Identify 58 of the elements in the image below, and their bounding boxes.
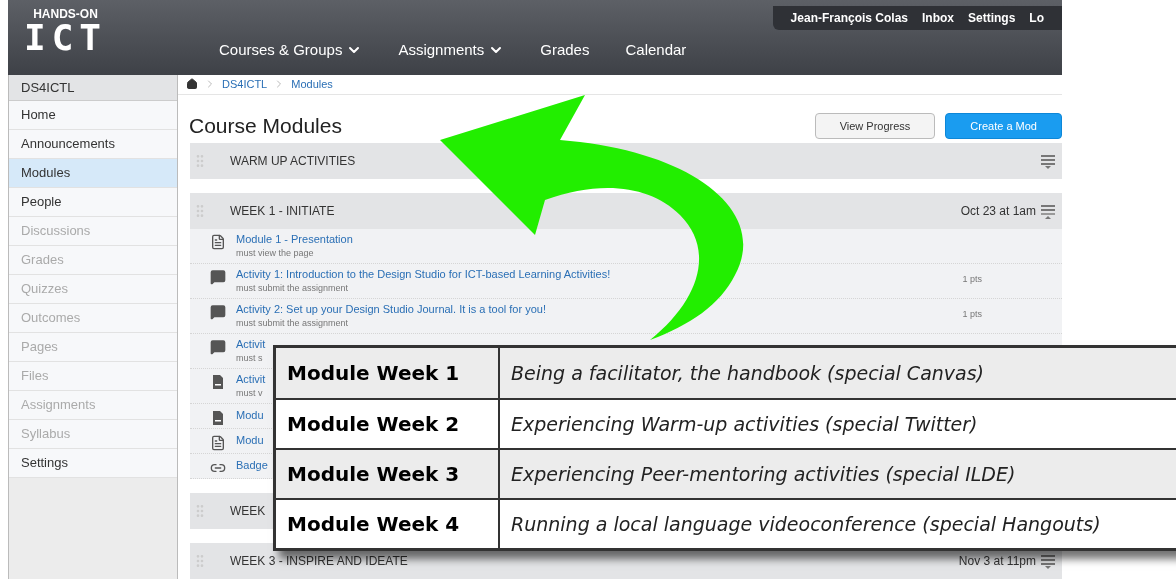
speech-bubble-icon [210, 339, 226, 355]
item-requirement: must s [236, 352, 263, 365]
user-menu-link[interactable]: Jean-François Colas [790, 9, 908, 27]
sidebar-item[interactable]: Announcements [9, 130, 177, 159]
sidebar-item[interactable]: Modules [9, 159, 177, 188]
document-icon [210, 374, 226, 390]
item-points: 1 pts [962, 308, 982, 321]
menu-icon[interactable] [1040, 203, 1056, 219]
logo[interactable]: ICT [24, 20, 108, 56]
module-title: WEEK 1 - INITIATE [230, 203, 336, 220]
item-requirement: must submit the assignment [236, 282, 349, 295]
action-button[interactable]: View Progress [814, 112, 936, 139]
action-button[interactable]: Create a Mod [945, 112, 1062, 139]
sidebar-item[interactable]: Settings [9, 449, 177, 478]
item-points: 1 pts [962, 273, 982, 286]
table-cell: Module Week 4 [276, 500, 500, 548]
table-cell-text: Running a local language videoconference (special Hangouts) [510, 511, 1101, 537]
menu-icon[interactable] [1040, 153, 1056, 169]
breadcrumb-link[interactable]: Modules [291, 76, 333, 93]
item-link[interactable]: Modu [236, 408, 264, 422]
menu-icon[interactable] [1040, 553, 1056, 569]
user-menu-link[interactable]: Lo [1029, 9, 1044, 27]
page-icon [210, 435, 226, 451]
item-link[interactable]: Modu [236, 433, 264, 447]
module-date: Oct 23 at 1am [960, 203, 1036, 220]
page-icon [210, 234, 226, 250]
module-date: Nov 3 at 11pm [958, 553, 1036, 570]
item-link[interactable]: Activity 1: Introduction to the Design Studio for ICT-based Learning Activities! [236, 267, 611, 281]
item-link[interactable]: Badge [236, 458, 268, 472]
sidebar-item[interactable]: People [9, 188, 177, 217]
document-icon [210, 410, 226, 426]
user-menu-link[interactable]: Settings [968, 9, 1016, 27]
item-link[interactable]: Activit [236, 372, 266, 386]
item-requirement: must submit the assignment [236, 317, 349, 330]
table-cell-text: Being a facilitator, the handbook (special Canvas) [510, 360, 984, 386]
sidebar-item[interactable]: Home [9, 101, 177, 130]
user-menu-link[interactable]: Inbox [922, 9, 954, 27]
module-title: WEEK [230, 503, 267, 520]
sidebar-title: DS4ICTL [9, 75, 177, 101]
logo-caption: HANDS-ON [33, 8, 98, 20]
page-title: Course Modules [189, 113, 342, 140]
nav-link[interactable]: Calendar [625, 38, 687, 61]
table-cell-text: Experiencing Warm-up activities (special Twitter) [510, 411, 978, 437]
item-link[interactable]: Activit [236, 337, 266, 351]
item-link[interactable]: Module 1 - Presentation [236, 232, 353, 246]
nav-link[interactable]: Assignments [398, 38, 505, 61]
module-title: WARM UP ACTIVITIES [230, 153, 357, 170]
item-requirement: must v [236, 387, 263, 400]
breadcrumb-link[interactable]: DS4ICTL [222, 76, 268, 93]
speech-bubble-icon [210, 304, 226, 320]
item-link[interactable]: Activity 2: Set up your Design Studio Journal. It is a tool for you! [236, 302, 546, 316]
speech-bubble-icon [210, 269, 226, 285]
home-icon[interactable] [186, 78, 198, 91]
nav-link[interactable]: Grades [540, 38, 590, 61]
module-title: WEEK 3 - INSPIRE AND IDEATE [230, 553, 409, 570]
item-requirement: must view the page [236, 247, 314, 260]
nav-link[interactable]: Courses & Groups [219, 38, 363, 61]
table-cell-text: Experiencing Peer-mentoring activities (special ILDE) [510, 461, 1016, 487]
